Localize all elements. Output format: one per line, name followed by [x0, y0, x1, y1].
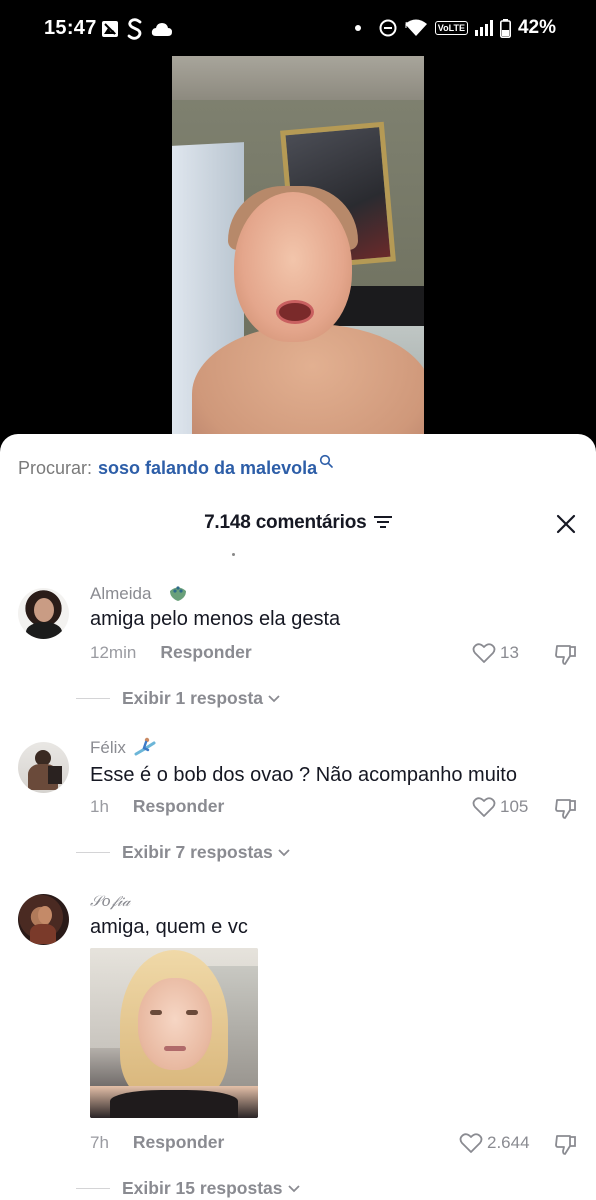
replies-divider — [76, 852, 110, 853]
video-person-mouth — [276, 300, 314, 324]
peacock-emoji-icon — [170, 586, 186, 601]
battery-percent: 42% — [517, 17, 556, 38]
like-count: 2.644 — [487, 1133, 530, 1152]
close-icon[interactable] — [556, 514, 576, 534]
view-replies-button[interactable]: Exibir 7 respostas — [76, 842, 291, 863]
dot-icon — [354, 25, 361, 31]
comment-username[interactable]: 𝒮𝑜𝒻𝒾𝒶 — [90, 892, 130, 910]
s-app-icon — [127, 18, 142, 40]
do-not-disturb-icon — [379, 19, 397, 37]
comment-meta: 1h Responder — [90, 796, 224, 817]
like-button[interactable]: 105 — [472, 796, 528, 818]
battery-icon — [499, 18, 511, 38]
dislike-icon[interactable] — [554, 1132, 578, 1156]
avatar[interactable] — [18, 742, 69, 793]
comment-meta: 12min Responder — [90, 642, 252, 663]
wifi-icon — [404, 19, 427, 36]
heart-icon — [472, 643, 496, 663]
view-replies-button[interactable]: Exibir 15 respostas — [76, 1178, 301, 1199]
view-replies-label: Exibir 15 respostas — [122, 1178, 283, 1198]
comment-username[interactable]: Almeida — [90, 584, 151, 604]
comment-meta: 7h Responder — [90, 1132, 224, 1153]
heart-icon — [459, 1133, 483, 1153]
photo-notification-icon — [102, 21, 118, 37]
dislike-icon[interactable] — [554, 796, 578, 820]
comment-time: 1h — [90, 796, 109, 816]
view-replies-label: Exibir 1 resposta — [122, 688, 264, 708]
signal-icon — [474, 20, 493, 36]
comment-username[interactable]: Félix — [90, 738, 126, 758]
avatar[interactable] — [18, 894, 69, 945]
search-suggestion[interactable]: Procurar: soso falando da malevola — [18, 454, 333, 479]
like-count: 13 — [500, 643, 519, 662]
video-player[interactable] — [172, 56, 424, 436]
view-replies-button[interactable]: Exibir 1 resposta — [76, 688, 281, 709]
chevron-down-icon — [278, 848, 290, 856]
comments-count: 7.148 comentários — [204, 512, 367, 533]
search-label: Procurar: — [18, 458, 93, 478]
status-time: 15:47 — [44, 17, 97, 39]
scroll-indicator — [232, 553, 235, 556]
reply-button[interactable]: Responder — [133, 1132, 224, 1153]
heart-icon — [472, 797, 496, 817]
like-count: 105 — [500, 797, 529, 816]
view-replies-label: Exibir 7 respostas — [122, 842, 273, 862]
comments-sheet: Procurar: soso falando da malevola 7.148… — [0, 434, 596, 1200]
reply-button[interactable]: Responder — [160, 642, 251, 663]
cloud-icon — [151, 23, 172, 36]
surfer-emoji-icon — [134, 737, 156, 756]
avatar[interactable] — [18, 588, 69, 639]
chevron-down-icon — [287, 1184, 300, 1192]
comment-time: 7h — [90, 1132, 109, 1152]
replies-divider — [76, 1188, 110, 1189]
like-button[interactable]: 2.644 — [459, 1132, 530, 1154]
volte-icon: VoLTE — [434, 21, 468, 35]
status-bar: 15:47 VoLTE 42% — [0, 0, 596, 58]
comment-time: 12min — [90, 642, 137, 662]
comments-header: 7.148 comentários — [0, 512, 596, 534]
status-left-icons — [101, 18, 173, 40]
reply-button[interactable]: Responder — [133, 796, 224, 817]
search-icon[interactable] — [319, 454, 333, 468]
comment-text: Esse é o bob dos ovao ? Não acompanho mu… — [90, 764, 517, 786]
comment-text: amiga, quem e vc — [90, 916, 248, 938]
sort-filter-icon[interactable] — [373, 515, 392, 529]
comment-text: amiga pelo menos ela gesta — [90, 608, 341, 630]
dislike-icon[interactable] — [554, 642, 578, 666]
video-ceiling — [172, 56, 424, 100]
search-term-link[interactable]: soso falando da malevola — [98, 458, 317, 479]
chevron-down-icon — [268, 694, 280, 702]
status-right-icons: VoLTE 42% — [354, 17, 556, 39]
comment-gif-image[interactable] — [90, 948, 258, 1118]
replies-divider — [76, 698, 110, 699]
like-button[interactable]: 13 — [472, 642, 519, 664]
